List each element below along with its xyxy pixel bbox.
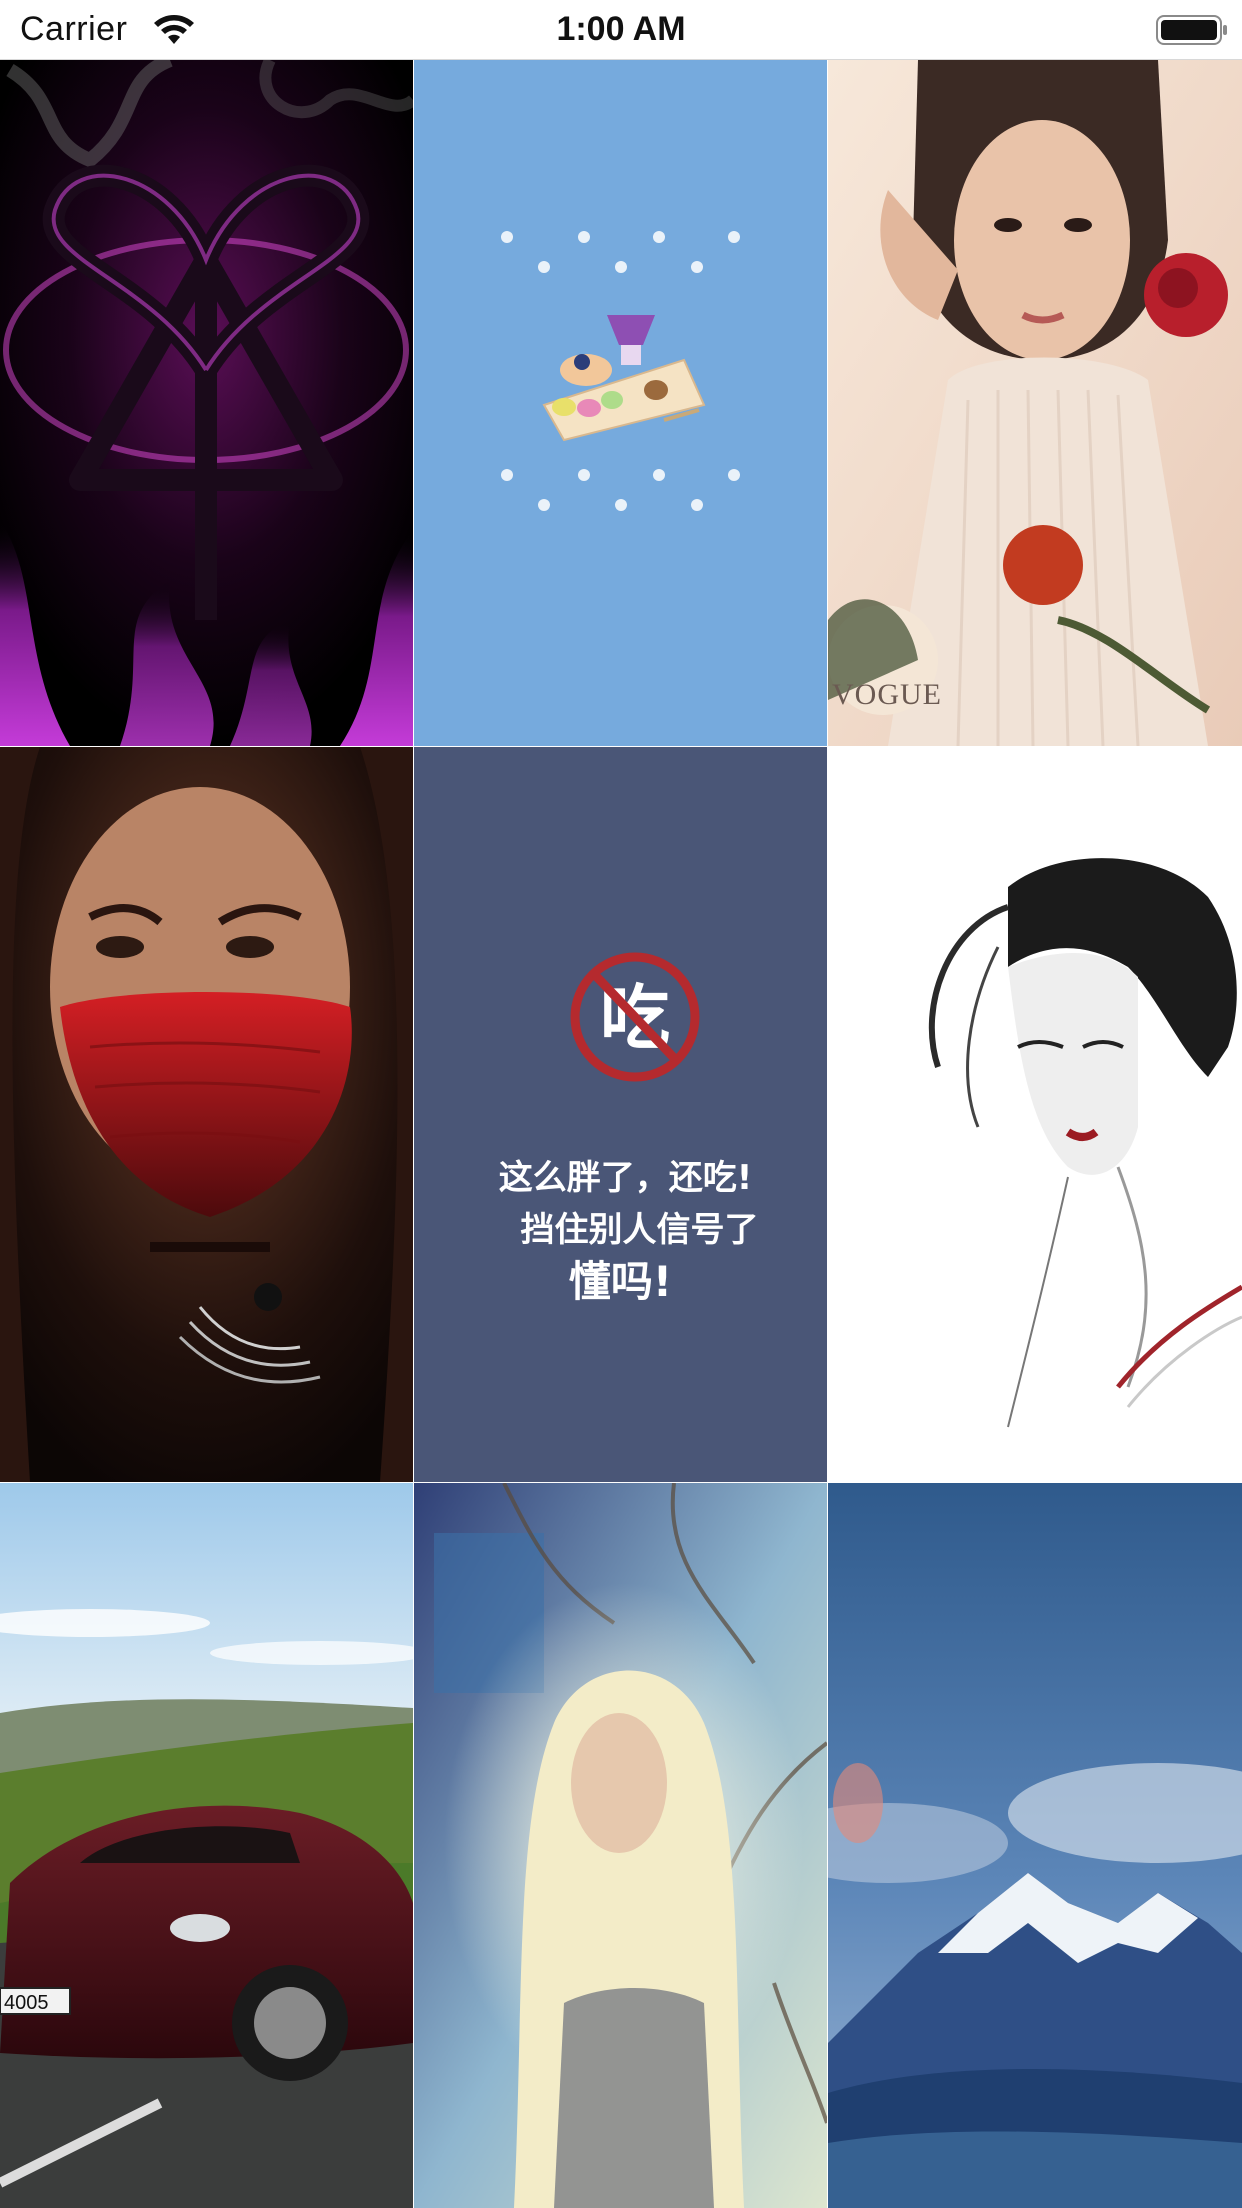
clock: 1:00 AM <box>556 10 686 48</box>
blonde-woman-image <box>414 1483 827 2208</box>
car-image: 4005 <box>0 1483 413 2208</box>
no-eating-sign-icon: 吃 <box>570 952 700 1082</box>
tile-ink-woman[interactable] <box>828 747 1242 1482</box>
tile-masked-woman[interactable] <box>0 747 413 1482</box>
tile-no-eating-notice[interactable]: 吃 这么胖了，还吃! 挡住别人信号了 懂吗! <box>414 747 827 1482</box>
mountain-image <box>828 1483 1242 2208</box>
dessert-image <box>414 60 827 746</box>
tile-heartagram[interactable] <box>0 60 413 746</box>
notice-line-1: 这么胖了，还吃! <box>498 1158 753 1198</box>
tile-dessert[interactable] <box>414 60 827 746</box>
notice-panel: 吃 这么胖了，还吃! 挡住别人信号了 懂吗! <box>414 747 827 1482</box>
vogue-caption: VOGUE <box>832 678 942 711</box>
woman-rose-image <box>828 60 1242 746</box>
plate-text: 4005 <box>4 1992 49 2014</box>
tile-blonde-woman[interactable] <box>414 1483 827 2208</box>
battery-icon <box>1156 15 1227 45</box>
heartagram-image <box>0 60 413 746</box>
tile-woman-rose[interactable]: VOGUE <box>828 60 1242 746</box>
masked-woman-image <box>0 747 413 1482</box>
tile-mountain[interactable] <box>828 1483 1242 2208</box>
wallpaper-grid: VOGUE 这么胖了，还吃! 挡住别人信号了 懂吗! 4005 <box>0 60 1242 2208</box>
tile-car[interactable]: 4005 <box>0 1483 413 2208</box>
notice-line-2: 挡住别人信号了 <box>520 1210 759 1250</box>
notice-text: 这么胖了，还吃! 挡住别人信号了 懂吗! <box>414 1152 827 1308</box>
notice-line-3: 懂吗! <box>568 1257 673 1306</box>
ink-woman-image <box>828 747 1242 1482</box>
status-bar: Carrier 1:00 AM <box>0 0 1242 60</box>
